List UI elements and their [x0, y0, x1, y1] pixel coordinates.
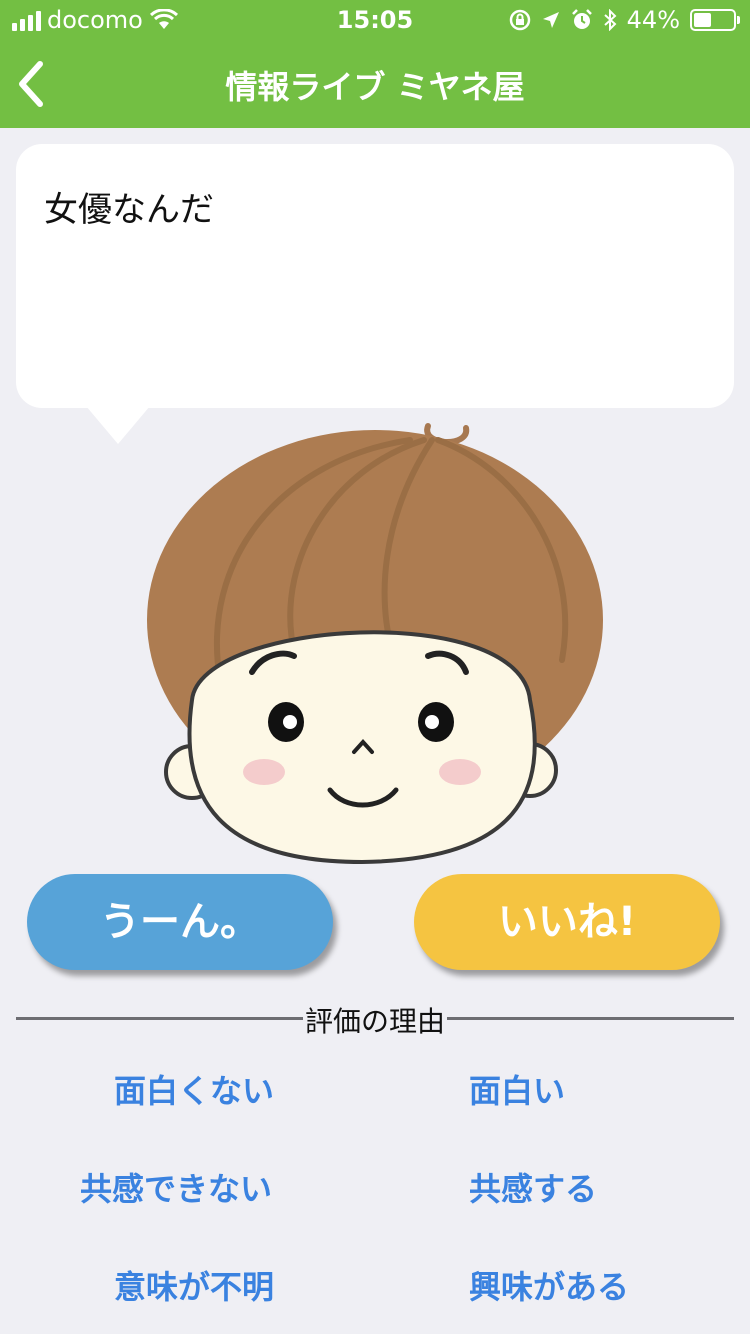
alarm-icon [571, 9, 592, 29]
page-title: 情報ライブ ミヤネ屋 [225, 68, 525, 106]
status-right: 44% [509, 6, 740, 34]
battery-icon [690, 9, 740, 31]
dislike-button[interactable]: うーん。 [27, 874, 333, 970]
reason-title-label: 評価の理由 [302, 1005, 447, 1038]
bubble-text: 女優なんだ [44, 190, 214, 230]
battery-percent: 44% [626, 6, 680, 34]
rotation-lock-icon [509, 9, 530, 31]
reason-section-title: 評価の理由 [0, 1000, 750, 1040]
battery-level [694, 13, 711, 27]
reason-cannot-relate[interactable]: 共感できない [80, 1164, 272, 1210]
like-button[interactable]: いいね! [414, 874, 720, 970]
reason-unclear-meaning[interactable]: 意味が不明 [114, 1262, 274, 1308]
reason-funny[interactable]: 面白い [469, 1066, 565, 1112]
location-icon [542, 12, 559, 28]
status-bar: docomo 15:05 44% [0, 0, 750, 40]
reason-relate[interactable]: 共感する [469, 1164, 597, 1210]
nav-bar: 情報ライブ ミヤネ屋 [0, 40, 750, 128]
speech-bubble: 女優なんだ [16, 144, 734, 408]
bluetooth-icon [603, 9, 617, 31]
reason-not-funny[interactable]: 面白くない [114, 1066, 274, 1112]
reason-interesting[interactable]: 興味がある [469, 1262, 629, 1308]
character-illustration [147, 423, 603, 865]
